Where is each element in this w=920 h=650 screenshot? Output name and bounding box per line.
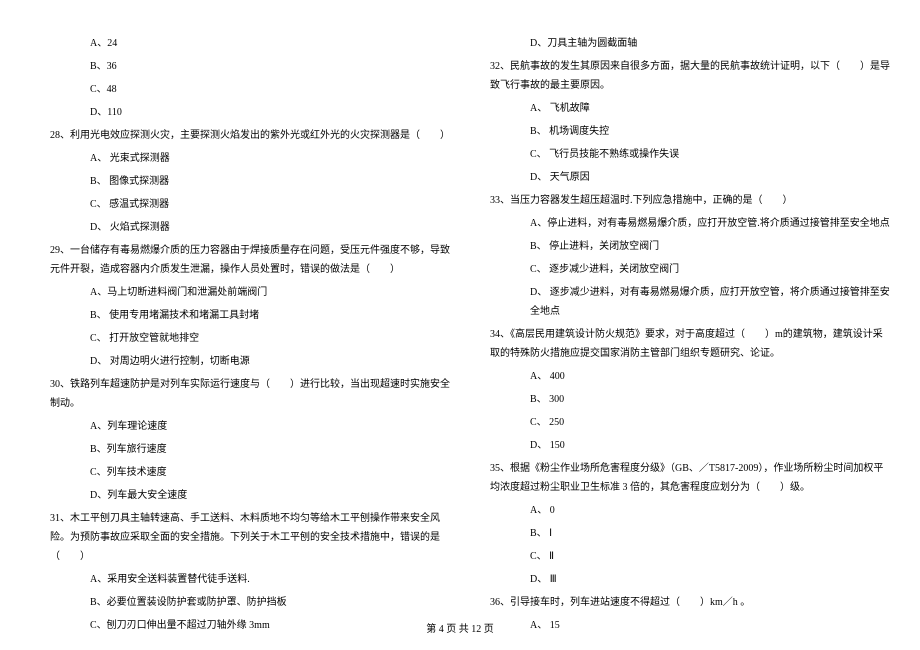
q31-text: 31、木工平刨刀具主轴转速高、手工送料、木料质地不均匀等给木工平刨操作带来安全风… bbox=[50, 509, 450, 566]
q28-text: 28、利用光电效应探测火灾，主要探测火焰发出的紫外光或红外光的火灾探测器是（ ） bbox=[50, 126, 450, 145]
q35-option-b: B、 Ⅰ bbox=[530, 524, 890, 543]
q29-text: 29、一台储存有毒易燃爆介质的压力容器由于焊接质量存在问题，受压元件强度不够，导… bbox=[50, 241, 450, 279]
q35-text: 35、根据《粉尘作业场所危害程度分级》（GB、／T5817-2009），作业场所… bbox=[490, 459, 890, 497]
q34-option-b: B、 300 bbox=[530, 390, 890, 409]
q32-option-a: A、 飞机故障 bbox=[530, 99, 890, 118]
q35-option-a: A、 0 bbox=[530, 501, 890, 520]
left-column: A、24 B、36 C、48 D、110 28、利用光电效应探测火灾，主要探测火… bbox=[20, 30, 460, 639]
q32-option-d: D、 天气原因 bbox=[530, 168, 890, 187]
q33-option-d: D、 逐步减少进料，对有毒易燃易爆介质，应打开放空管，将介质通过接管排至安全地点 bbox=[530, 283, 890, 321]
q32-option-b: B、 机场调度失控 bbox=[530, 122, 890, 141]
q34-text: 34、《高层民用建筑设计防火规范》要求，对于高度超过（ ）m的建筑物，建筑设计采… bbox=[490, 325, 890, 363]
q29-option-d: D、 对周边明火进行控制，切断电源 bbox=[90, 352, 450, 371]
q30-text: 30、铁路列车超速防护是对列车实际运行速度与（ ）进行比较，当出现超速时实施安全… bbox=[50, 375, 450, 413]
q27-option-b: B、36 bbox=[90, 57, 450, 76]
q33-option-a: A、停止进料，对有毒易燃易爆介质，应打开放空管.将介质通过接管排至安全地点 bbox=[530, 214, 890, 233]
q35-option-c: C、 Ⅱ bbox=[530, 547, 890, 566]
q31-option-d: D、刀具主轴为圆截面轴 bbox=[530, 34, 890, 53]
q27-option-a: A、24 bbox=[90, 34, 450, 53]
q33-text: 33、当压力容器发生超压超温时.下列应急措施中，正确的是（ ） bbox=[490, 191, 890, 210]
q33-option-b: B、 停止进料，关闭放空阀门 bbox=[530, 237, 890, 256]
q35-option-d: D、 Ⅲ bbox=[530, 570, 890, 589]
q32-text: 32、民航事故的发生其原因来自很多方面，据大量的民航事故统计证明，以下（ ）是导… bbox=[490, 57, 890, 95]
q34-option-d: D、 150 bbox=[530, 436, 890, 455]
q27-option-d: D、110 bbox=[90, 103, 450, 122]
q36-text: 36、引导接车时，列车进站速度不得超过（ ）km／h 。 bbox=[490, 593, 890, 612]
q34-option-a: A、 400 bbox=[530, 367, 890, 386]
right-column: D、刀具主轴为圆截面轴 32、民航事故的发生其原因来自很多方面，据大量的民航事故… bbox=[460, 30, 900, 639]
q30-option-b: B、列车旅行速度 bbox=[90, 440, 450, 459]
q32-option-c: C、 飞行员技能不熟练或操作失误 bbox=[530, 145, 890, 164]
q33-option-c: C、 逐步减少进料，关闭放空阀门 bbox=[530, 260, 890, 279]
q31-option-b: B、必要位置装设防护套或防护罩、防护挡板 bbox=[90, 593, 450, 612]
page-footer: 第 4 页 共 12 页 bbox=[0, 620, 920, 635]
q28-option-d: D、 火焰式探测器 bbox=[90, 218, 450, 237]
q27-option-c: C、48 bbox=[90, 80, 450, 99]
q34-option-c: C、 250 bbox=[530, 413, 890, 432]
q30-option-a: A、列车理论速度 bbox=[90, 417, 450, 436]
page-container: A、24 B、36 C、48 D、110 28、利用光电效应探测火灾，主要探测火… bbox=[0, 0, 920, 649]
q29-option-c: C、 打开放空管就地排空 bbox=[90, 329, 450, 348]
q29-option-a: A、马上切断进料阀门和泄漏处前端阀门 bbox=[90, 283, 450, 302]
q29-option-b: B、 使用专用堵漏技术和堵漏工具封堵 bbox=[90, 306, 450, 325]
q28-option-a: A、 光束式探测器 bbox=[90, 149, 450, 168]
q31-option-a: A、采用安全送料装置替代徒手送料. bbox=[90, 570, 450, 589]
q30-option-c: C、列车技术速度 bbox=[90, 463, 450, 482]
q30-option-d: D、列车最大安全速度 bbox=[90, 486, 450, 505]
q28-option-c: C、 感温式探测器 bbox=[90, 195, 450, 214]
q28-option-b: B、 图像式探测器 bbox=[90, 172, 450, 191]
